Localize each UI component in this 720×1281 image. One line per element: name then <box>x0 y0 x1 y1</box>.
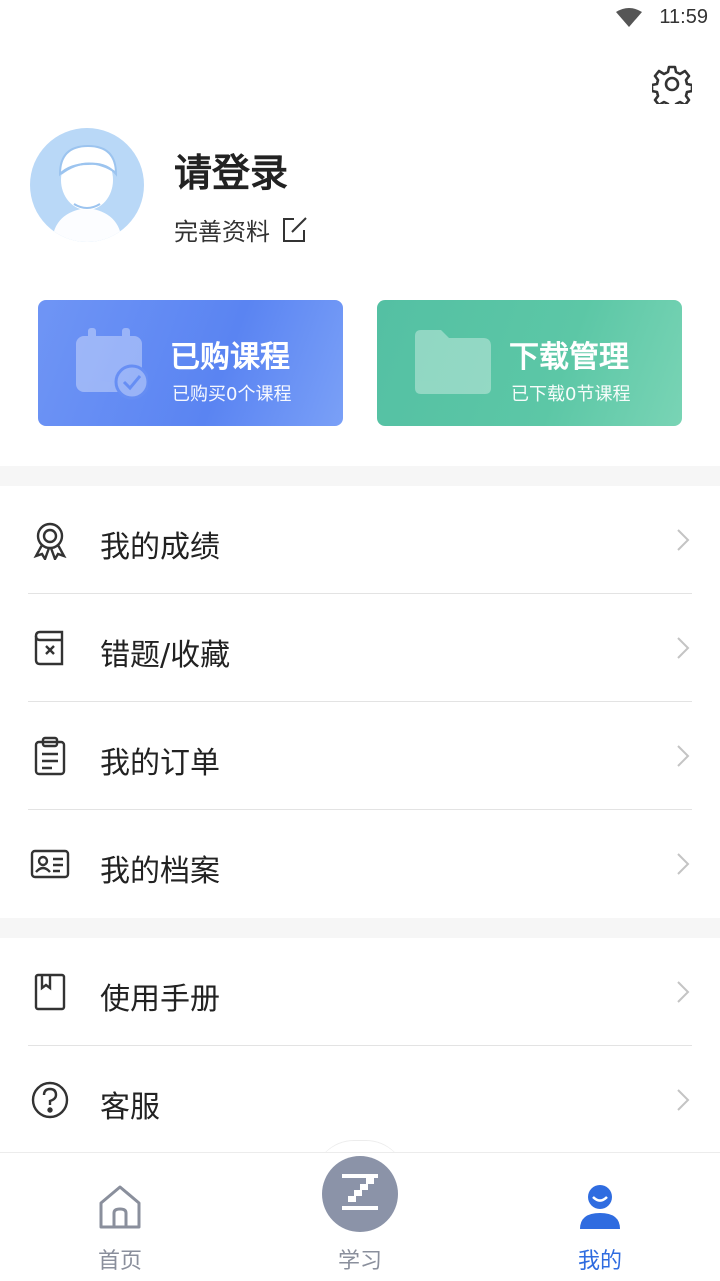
purchased-courses-card[interactable]: 已购课程 已购买0个课程 <box>38 300 343 426</box>
tab-home[interactable]: 首页 <box>0 1153 240 1281</box>
chevron-right-icon <box>676 1088 690 1116</box>
menu-item-customer-service[interactable]: 客服 <box>0 1046 720 1154</box>
menu-group-main: 我的成绩 错题/收藏 我的订单 我的档案 <box>0 486 720 918</box>
id-card-icon <box>30 844 70 884</box>
avatar-placeholder-icon <box>52 144 122 242</box>
menu-label: 我的订单 <box>100 746 220 781</box>
tab-home-label: 首页 <box>97 1249 142 1274</box>
menu-group-help: 使用手册 客服 <box>0 938 720 1154</box>
login-prompt[interactable]: 请登录 <box>174 142 288 197</box>
home-icon <box>97 1183 143 1235</box>
folder-icon <box>413 326 493 400</box>
menu-item-manual[interactable]: 使用手册 <box>0 938 720 1046</box>
settings-button[interactable] <box>648 62 696 111</box>
download-manager-count: 已下载0节课程 <box>511 384 631 405</box>
study-center-button[interactable] <box>322 1156 398 1232</box>
menu-label: 我的成绩 <box>100 530 220 565</box>
chevron-right-icon <box>676 744 690 772</box>
menu-label: 我的档案 <box>100 854 220 889</box>
menu-label: 客服 <box>100 1090 160 1125</box>
complete-profile-link[interactable]: 完善资料 <box>174 212 308 247</box>
status-bar: 11:59 <box>0 0 720 40</box>
chevron-right-icon <box>676 636 690 664</box>
wrong-book-icon <box>30 628 70 668</box>
tab-study-label: 学习 <box>337 1249 382 1274</box>
medal-icon <box>30 520 70 560</box>
edit-icon <box>280 216 308 244</box>
menu-item-profile-file[interactable]: 我的档案 <box>0 810 720 918</box>
menu-item-orders[interactable]: 我的订单 <box>0 702 720 810</box>
study-logo-icon <box>340 1172 380 1216</box>
download-manager-card[interactable]: 下载管理 已下载0节课程 <box>377 300 682 426</box>
profile-header: 请登录 完善资料 <box>30 128 690 247</box>
section-divider <box>0 918 720 938</box>
calendar-check-icon <box>74 326 150 404</box>
purchased-courses-count: 已购买0个课程 <box>172 384 292 405</box>
wifi-icon <box>616 8 642 32</box>
user-icon <box>578 1183 622 1235</box>
tab-mine-label: 我的 <box>577 1249 622 1274</box>
status-time: 11:59 <box>659 6 708 28</box>
quick-cards: 已购课程 已购买0个课程 下载管理 已下载0节课程 <box>38 300 682 426</box>
clipboard-icon <box>30 736 70 776</box>
tab-mine[interactable]: 我的 <box>480 1153 720 1281</box>
chevron-right-icon <box>676 852 690 880</box>
complete-profile-label: 完善资料 <box>174 218 270 246</box>
gear-icon <box>650 64 694 111</box>
chevron-right-icon <box>676 980 690 1008</box>
menu-item-scores[interactable]: 我的成绩 <box>0 486 720 594</box>
menu-label: 使用手册 <box>100 982 220 1017</box>
section-divider <box>0 466 720 486</box>
menu-label: 错题/收藏 <box>100 638 231 673</box>
avatar[interactable] <box>30 128 144 242</box>
download-manager-title: 下载管理 <box>509 340 629 375</box>
menu-item-wrong-questions[interactable]: 错题/收藏 <box>0 594 720 702</box>
purchased-courses-title: 已购课程 <box>170 340 290 375</box>
chevron-right-icon <box>676 528 690 556</box>
question-icon <box>30 1080 70 1120</box>
bookmark-book-icon <box>30 972 70 1012</box>
